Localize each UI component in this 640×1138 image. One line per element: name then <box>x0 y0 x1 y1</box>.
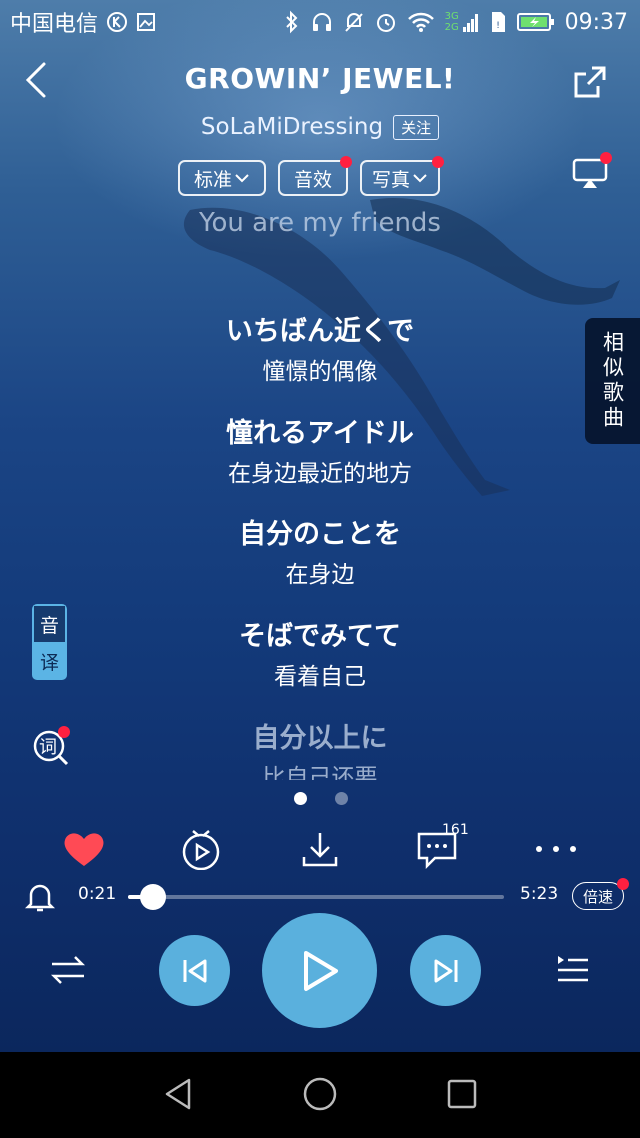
lyric-line-cn: 憧憬的偶像 <box>262 359 378 385</box>
k-app-icon <box>106 11 128 33</box>
alarm-icon <box>375 11 397 33</box>
comment-count: 161 <box>442 822 469 838</box>
alarm-button[interactable] <box>24 880 56 912</box>
player-header: GROWIN’ JEWEL! SoLaMiDressing 关注 标准 音效 写… <box>0 44 640 196</box>
similar-songs-label: 相似歌曲 <box>600 331 625 431</box>
circle-home-icon <box>303 1077 337 1111</box>
artist-name[interactable]: SoLaMiDressing <box>201 114 383 140</box>
bell-icon <box>24 884 56 912</box>
progress-row: 0:21 5:23 倍速 <box>0 876 640 916</box>
playback-speed-button[interactable]: 倍速 <box>572 878 630 910</box>
quality-pill[interactable]: 标准 <box>178 160 266 196</box>
lyric-line-cn: 比自己还要 <box>262 765 378 780</box>
next-button[interactable] <box>410 935 481 1006</box>
more-icon <box>536 846 576 852</box>
square-recents-icon <box>447 1079 477 1109</box>
download-icon <box>302 833 338 867</box>
triangle-back-icon <box>165 1078 191 1110</box>
mv-button[interactable] <box>178 826 224 872</box>
skip-previous-icon <box>183 959 206 982</box>
lyric-line-cn: 看着自己 <box>274 664 366 690</box>
playlist-button[interactable] <box>554 952 592 988</box>
nav-recents-button[interactable] <box>442 1074 482 1114</box>
lyric-line-jp: 自分のことを <box>239 519 401 550</box>
page-dot-active <box>294 792 307 805</box>
translation-toggle[interactable]: 音 译 <box>32 604 67 680</box>
progress-thumb[interactable] <box>139 884 166 910</box>
song-title: GROWIN’ JEWEL! <box>184 62 456 95</box>
previous-button[interactable] <box>159 935 230 1006</box>
page-dot <box>335 792 348 805</box>
network-type-label: 3G 2G <box>444 11 459 33</box>
artist-row: SoLaMiDressing 关注 <box>0 114 640 140</box>
gallery-icon <box>136 12 156 32</box>
photo-pill[interactable]: 写真 <box>360 156 444 196</box>
wifi-icon <box>407 11 435 33</box>
heart-icon <box>64 833 104 866</box>
nav-home-button[interactable] <box>300 1074 340 1114</box>
sim-icon: ! <box>489 10 507 34</box>
lyric-button-label: 词 <box>39 737 57 758</box>
notification-dot <box>617 878 630 890</box>
notification-dot <box>432 156 444 168</box>
page-indicator <box>294 792 348 805</box>
tv-play-icon <box>182 830 220 870</box>
playlist-icon <box>558 956 588 982</box>
clock-label: 09:37 <box>564 9 628 35</box>
total-time: 5:23 <box>520 884 559 904</box>
lyric-prev-line: You are my friends <box>199 208 441 238</box>
more-button[interactable] <box>533 826 579 872</box>
carrier-label: 中国电信 <box>10 12 99 37</box>
headphone-icon <box>311 11 333 33</box>
skip-next-icon <box>434 959 457 982</box>
photo-label: 写真 <box>371 168 410 191</box>
phonetic-option[interactable]: 音 <box>32 604 67 642</box>
share-button[interactable] <box>570 62 610 102</box>
translation-option[interactable]: 译 <box>32 642 67 680</box>
status-bar: 中国电信 3G 2G ! 09:37 <box>0 0 640 44</box>
lyric-line-jp: いちばん近くで <box>225 316 415 347</box>
notification-dot <box>600 152 612 164</box>
lyric-line-jp: 憧れるアイドル <box>226 418 414 449</box>
chevron-down-icon <box>235 174 249 183</box>
lyric-line-jp: 自分以上に <box>252 723 388 754</box>
current-time: 0:21 <box>78 884 117 904</box>
nav-back-button[interactable] <box>158 1074 198 1114</box>
lyric-line-cn: 在身边最近的地方 <box>228 461 412 487</box>
lyric-line-jp: そばでみてて <box>239 621 401 652</box>
shuffle-mode-button[interactable] <box>48 952 88 988</box>
bluetooth-icon <box>283 10 301 34</box>
system-nav-bar <box>0 1052 640 1138</box>
battery-icon <box>516 11 555 33</box>
sequence-mode-icon <box>50 956 86 984</box>
back-button[interactable] <box>18 58 54 102</box>
notification-dot <box>340 156 352 168</box>
lyric-line-cn: 在身边 <box>285 562 355 588</box>
quality-label: 标准 <box>193 168 232 191</box>
notification-dot <box>58 726 70 738</box>
mute-icon <box>343 11 365 33</box>
signal-icon: 3G 2G <box>445 11 479 33</box>
playback-controls <box>0 912 640 1028</box>
speed-label: 倍速 <box>583 887 614 906</box>
cast-button[interactable] <box>570 152 612 192</box>
sound-effect-label: 音效 <box>293 168 332 191</box>
follow-button[interactable]: 关注 <box>393 114 440 140</box>
sound-effect-pill[interactable]: 音效 <box>278 156 352 196</box>
play-button[interactable] <box>262 913 377 1028</box>
favorite-button[interactable] <box>62 826 106 872</box>
chevron-down-icon <box>413 174 427 183</box>
mode-pills: 标准 音效 写真 <box>178 156 444 196</box>
lyric-search-button[interactable]: 词 <box>32 726 70 766</box>
progress-slider[interactable] <box>128 884 504 910</box>
svg-text:!: ! <box>496 21 500 31</box>
action-bar <box>0 826 640 872</box>
play-icon <box>303 950 338 991</box>
download-button[interactable] <box>298 826 342 872</box>
similar-songs-tab[interactable]: 相似歌曲 <box>585 318 640 444</box>
